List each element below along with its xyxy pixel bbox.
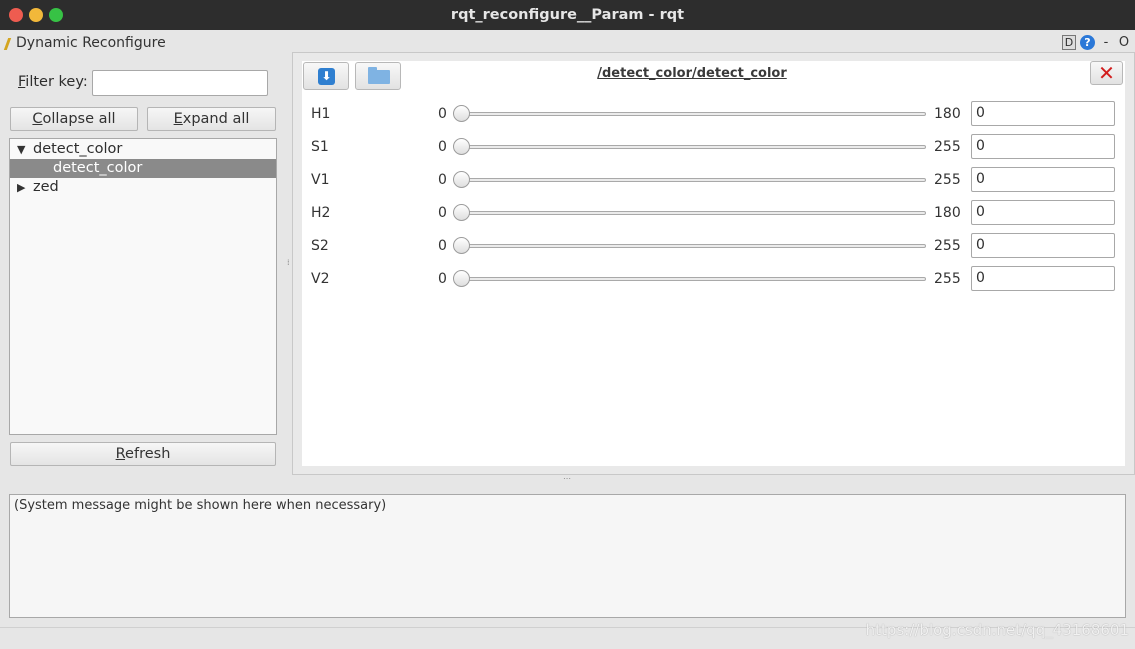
param-value-input[interactable]: 0: [971, 233, 1115, 258]
param-name: H2: [311, 205, 331, 221]
refresh-button[interactable]: Refresh: [10, 442, 276, 466]
collapsed-arrow-icon[interactable]: ▶: [17, 178, 25, 197]
param-max: 180: [934, 106, 961, 122]
param-slider-handle[interactable]: [453, 138, 470, 155]
vertical-splitter-handle[interactable]: ⁞: [287, 258, 290, 267]
param-name: V2: [311, 271, 330, 287]
system-message-text: (System message might be shown here when…: [14, 498, 387, 513]
param-slider-handle[interactable]: [453, 237, 470, 254]
param-name: S2: [311, 238, 329, 254]
filter-key-label: Filter key:: [18, 74, 88, 90]
param-min: 0: [438, 205, 447, 221]
param-slider-track[interactable]: [460, 112, 926, 116]
param-value-input[interactable]: 0: [971, 266, 1115, 291]
param-row-v2: V2 0 255 0: [302, 262, 1125, 295]
tree-item-detect-color-node[interactable]: detect_color: [10, 159, 276, 178]
param-max: 255: [934, 271, 961, 287]
param-slider-handle[interactable]: [453, 270, 470, 287]
window-titlebar: rqt_reconfigure__Param - rqt: [0, 0, 1135, 30]
plugin-title: Dynamic Reconfigure: [16, 35, 166, 51]
param-value-input[interactable]: 0: [971, 167, 1115, 192]
param-name: S1: [311, 139, 329, 155]
filter-key-input[interactable]: [92, 70, 268, 96]
param-min: 0: [438, 106, 447, 122]
param-row-h1: H1 0 180 0: [302, 97, 1125, 130]
param-max: 180: [934, 205, 961, 221]
param-min: 0: [438, 238, 447, 254]
plugin-minimize-button[interactable]: -: [1099, 35, 1113, 50]
param-row-s2: S2 0 255 0: [302, 229, 1125, 262]
param-slider-track[interactable]: [460, 277, 926, 281]
plugin-controls: D ? - O: [1062, 35, 1131, 50]
tree-item-detect-color-namespace[interactable]: ▼ detect_color: [10, 140, 276, 159]
close-node-button[interactable]: ✕: [1090, 61, 1123, 85]
param-min: 0: [438, 139, 447, 155]
plugin-icon: [3, 38, 15, 50]
param-max: 255: [934, 172, 961, 188]
collapse-all-button[interactable]: Collapse all: [10, 107, 138, 131]
param-row-s1: S1 0 255 0: [302, 130, 1125, 163]
param-slider-track[interactable]: [460, 211, 926, 215]
param-max: 255: [934, 139, 961, 155]
param-row-v1: V1 0 255 0: [302, 163, 1125, 196]
param-min: 0: [438, 271, 447, 287]
param-slider-track[interactable]: [460, 178, 926, 182]
param-slider-handle[interactable]: [453, 204, 470, 221]
param-min: 0: [438, 172, 447, 188]
param-row-h2: H2 0 180 0: [302, 196, 1125, 229]
watermark: https://blog.csdn.net/qq_43168601: [865, 621, 1129, 639]
plugin-close-button[interactable]: O: [1117, 35, 1131, 50]
param-name: H1: [311, 106, 331, 122]
param-name: V1: [311, 172, 330, 188]
param-value-input[interactable]: 0: [971, 134, 1115, 159]
param-value-input[interactable]: 0: [971, 200, 1115, 225]
node-title: /detect_color/detect_color: [597, 66, 787, 81]
node-tree[interactable]: ▼ detect_color detect_color ▶ zed: [9, 138, 277, 435]
minimize-window-button[interactable]: [29, 8, 43, 22]
param-slider-handle[interactable]: [453, 105, 470, 122]
help-icon[interactable]: ?: [1080, 35, 1095, 50]
close-window-button[interactable]: [9, 8, 23, 22]
window-title: rqt_reconfigure__Param - rqt: [450, 7, 685, 23]
dock-toggle-button[interactable]: D: [1062, 35, 1076, 50]
param-slider-track[interactable]: [460, 244, 926, 248]
system-message-box: (System message might be shown here when…: [9, 494, 1126, 618]
expand-all-button[interactable]: Expand all: [147, 107, 276, 131]
param-max: 255: [934, 238, 961, 254]
horizontal-splitter-handle[interactable]: ⋯: [563, 474, 572, 483]
param-value-input[interactable]: 0: [971, 101, 1115, 126]
maximize-window-button[interactable]: [49, 8, 63, 22]
param-slider-track[interactable]: [460, 145, 926, 149]
expanded-arrow-icon[interactable]: ▼: [17, 140, 25, 159]
tree-item-zed[interactable]: ▶ zed: [10, 178, 276, 197]
param-slider-handle[interactable]: [453, 171, 470, 188]
close-icon: ✕: [1098, 61, 1115, 85]
